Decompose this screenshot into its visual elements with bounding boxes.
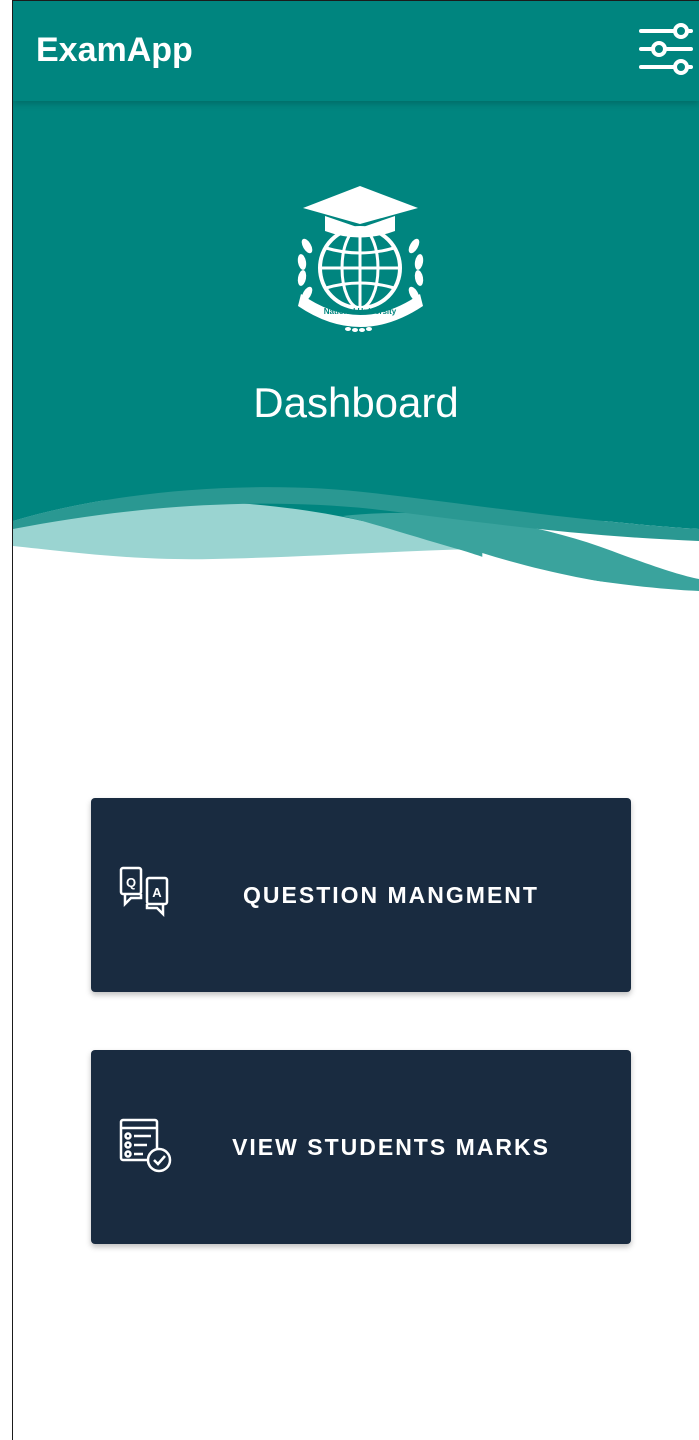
app-screen: ExamApp National University Dashboard Q … [12, 0, 699, 1440]
filter-button[interactable] [637, 23, 697, 79]
app-title: ExamApp [36, 31, 193, 69]
sliders-icon [639, 23, 693, 75]
question-management-button[interactable]: Q A QUESTION MANGMENT [91, 798, 631, 992]
svg-text:Q: Q [126, 875, 136, 890]
dashboard-title: Dashboard [253, 379, 459, 426]
app-bar: ExamApp [13, 1, 699, 101]
view-students-marks-label: VIEW STUDENTS MARKS [232, 1134, 550, 1160]
view-students-marks-button[interactable]: VIEW STUDENTS MARKS [91, 1050, 631, 1244]
national-university-logo: National University [297, 186, 424, 332]
logo-text: National University [324, 307, 397, 316]
question-management-label: QUESTION MANGMENT [243, 882, 539, 908]
